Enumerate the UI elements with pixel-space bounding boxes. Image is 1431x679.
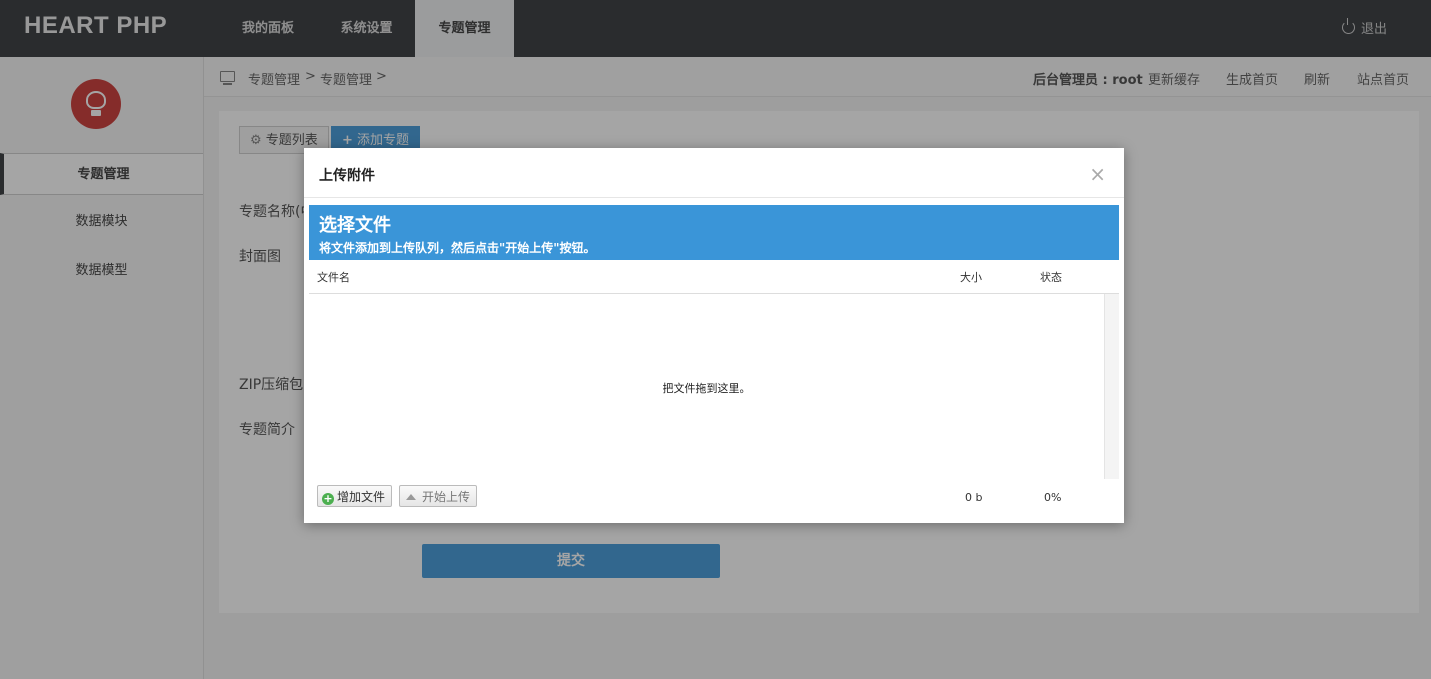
divider: [304, 197, 1124, 198]
file-list-scrollbar[interactable]: [1104, 294, 1119, 479]
add-circle-icon: +: [322, 492, 334, 505]
drop-hint: 把文件拖到这里。: [662, 382, 751, 395]
dialog-title: 上传附件: [319, 168, 375, 184]
start-upload-label: 开始上传: [422, 490, 471, 504]
upload-arrow-icon: [406, 494, 416, 500]
add-files-button[interactable]: + 增加文件: [317, 485, 393, 507]
column-header-filename: 文件名: [317, 271, 350, 284]
column-header-status: 状态: [1040, 271, 1062, 284]
uploader-footer: + 增加文件 开始上传 0 b 0%: [309, 479, 1119, 516]
total-progress: 0%: [1044, 491, 1062, 504]
total-size: 0 b: [965, 491, 983, 504]
uploader-instructions: 将文件添加到上传队列，然后点击"开始上传"按钮。: [319, 241, 596, 255]
uploader-heading: 选择文件: [319, 215, 391, 236]
file-drop-zone[interactable]: 把文件拖到这里。: [309, 294, 1104, 479]
add-files-label: 增加文件: [337, 490, 386, 504]
file-uploader: 选择文件 将文件添加到上传队列，然后点击"开始上传"按钮。 文件名 大小 状态 …: [309, 205, 1119, 516]
column-header-size: 大小: [960, 271, 982, 284]
start-upload-button[interactable]: 开始上传: [399, 485, 478, 507]
uploader-header: 选择文件 将文件添加到上传队列，然后点击"开始上传"按钮。: [309, 205, 1119, 260]
close-icon[interactable]: ×: [1089, 162, 1106, 186]
upload-dialog: 上传附件 × 选择文件 将文件添加到上传队列，然后点击"开始上传"按钮。 文件名…: [304, 148, 1124, 523]
